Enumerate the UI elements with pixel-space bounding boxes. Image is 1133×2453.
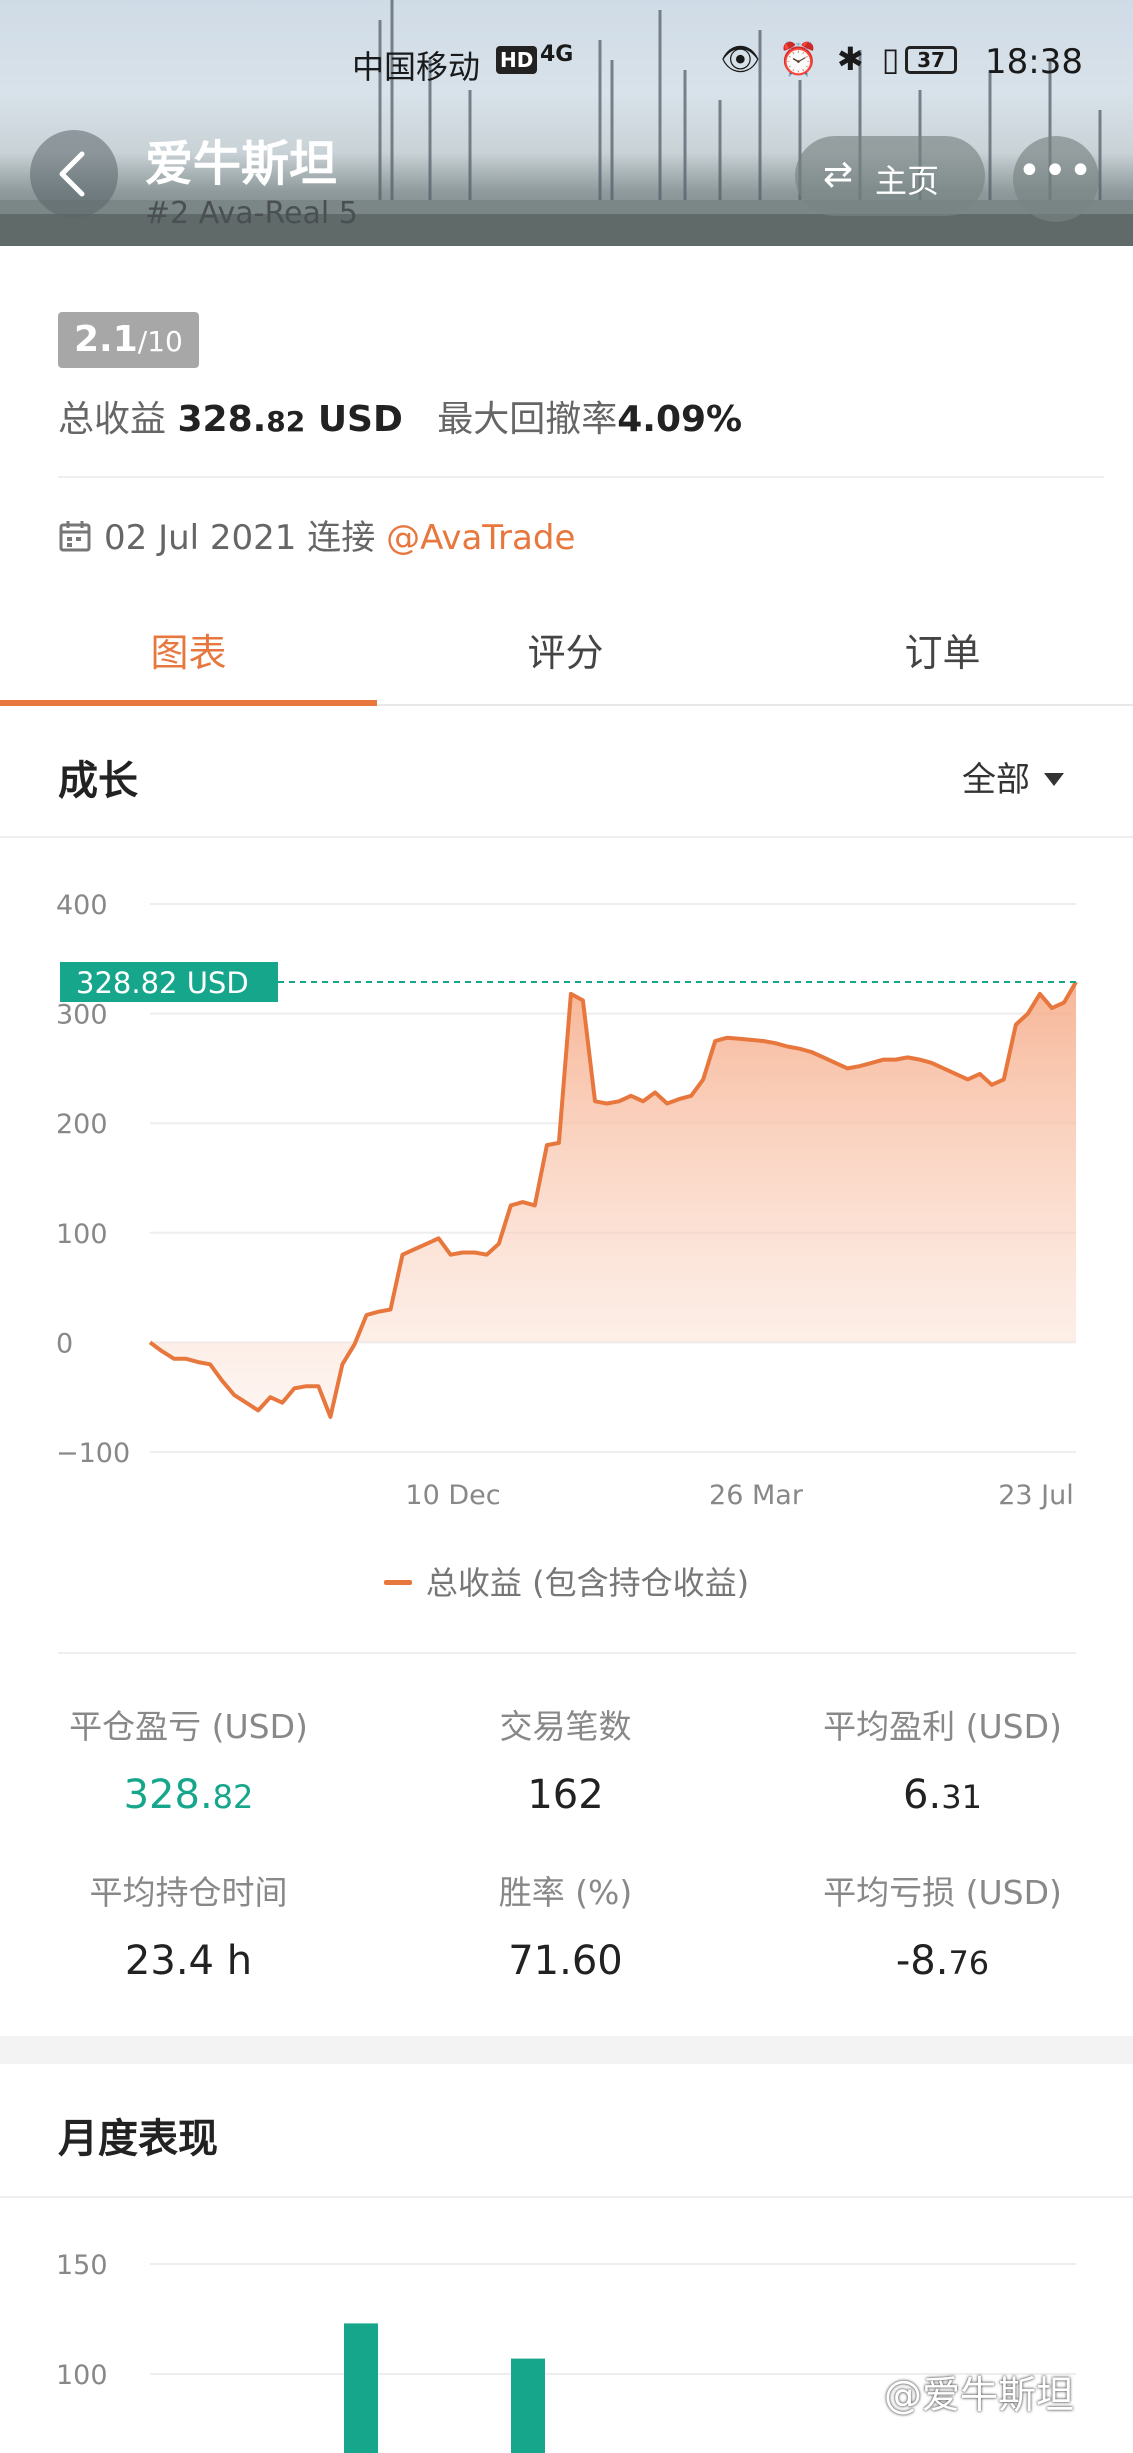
rating-value: 2.1 (74, 319, 138, 360)
carrier-label: 中国移动 (352, 48, 481, 86)
y-tick-label: 100 (56, 1219, 108, 1250)
range-filter-dropdown[interactable]: 全部 (962, 752, 1064, 801)
stat-value: 71.60 (377, 1938, 754, 1984)
stat-avg-profit: 平均盈利 (USD) 6.31 (754, 1700, 1131, 1818)
status-bar: 中国移动 HD 4G 👁 ⏰ ✱ ▯ 37 18:38 (0, 38, 1133, 88)
stat-win-rate: 胜率 (%) 71.60 (377, 1866, 754, 1984)
stat-value: 328.82 (0, 1772, 377, 1818)
stat-closed-pnl: 平仓盈亏 (USD) 328.82 (0, 1700, 377, 1818)
tab-orders[interactable]: 订单 (754, 622, 1131, 677)
stat-label: 平均盈利 (USD) (823, 1707, 1062, 1746)
divider (58, 476, 1104, 478)
current-value-label: 328.82 USD (76, 966, 249, 1000)
active-tab-indicator (0, 700, 377, 706)
home-button-label: 主页 (875, 162, 940, 200)
max-drawdown-value: 4.09% (617, 399, 743, 440)
watermark: @爱牛斯坦 (884, 2373, 1075, 2417)
swap-icon: ⇄ (823, 154, 854, 195)
battery-icon: 37 (905, 46, 957, 74)
rating-scale: /10 (137, 325, 183, 358)
stat-value: 23.4 h (0, 1938, 377, 1984)
signal-icon: 4G (540, 42, 574, 67)
y-tick-label: 300 (56, 1000, 108, 1031)
stat-value-int: 23.4 h (124, 1938, 253, 1984)
stat-label: 平均持仓时间 (89, 1873, 288, 1912)
stat-value-int: 328. (123, 1772, 213, 1818)
x-tick-label: 10 Dec (405, 1480, 500, 1511)
monthly-bar (511, 2358, 545, 2453)
total-profit-unit: USD (317, 399, 403, 440)
home-button[interactable]: ⇄ 主页 (795, 136, 985, 216)
y-tick-label: 400 (56, 890, 108, 921)
tab-chart[interactable]: 图表 (0, 622, 377, 677)
calendar-icon (59, 521, 91, 552)
divider (0, 2196, 1133, 2198)
max-drawdown-label: 最大回撤率 (437, 399, 618, 440)
y-tick-label: −100 (56, 1438, 130, 1469)
monthly-bar (344, 2323, 378, 2453)
total-profit-label: 总收益 (58, 399, 167, 440)
stat-avg-hold-time: 平均持仓时间 23.4 h (0, 1866, 377, 1984)
growth-section-header: 成长 全部 (0, 708, 1133, 838)
tab-rating[interactable]: 评分 (377, 622, 754, 677)
dropdown-arrow-icon (1044, 773, 1064, 786)
total-profit-cents: 82 (266, 405, 306, 438)
x-tick-label: 23 Jul (998, 1480, 1074, 1511)
stat-value-int: 71.60 (508, 1938, 623, 1984)
hd-badge: HD (496, 46, 538, 74)
legend-label: 总收益 (包含持仓收益) (425, 1564, 750, 1602)
stat-value: 162 (377, 1772, 754, 1818)
stat-value-dec: 82 (212, 1778, 254, 1816)
stat-label: 平仓盈亏 (USD) (69, 1707, 308, 1746)
chevron-left-icon (59, 151, 85, 197)
legend-swatch (383, 1580, 412, 1585)
stat-value-dec: 76 (948, 1944, 990, 1982)
stat-value-int: -8. (895, 1938, 949, 1984)
chart-legend: 总收益 (包含持仓收益) (0, 1558, 1133, 1604)
back-button[interactable] (30, 130, 118, 218)
divider (58, 1652, 1076, 1654)
stat-value-int: 162 (527, 1772, 604, 1818)
y-tick-label: 0 (56, 1328, 73, 1359)
stat-value: -8.76 (754, 1938, 1131, 1984)
more-icon: ••• (1017, 148, 1095, 194)
y-tick-label: 150 (56, 2250, 108, 2281)
growth-title: 成长 (58, 758, 138, 804)
tab-bar: 图表 评分 订单 (0, 600, 1133, 706)
section-gap (0, 2036, 1133, 2064)
broker-link[interactable]: @AvaTrade (386, 518, 575, 558)
total-profit-int: 328. (177, 399, 267, 440)
y-tick-label: 100 (56, 2360, 108, 2391)
summary-totals: 总收益 328.82 USD 最大回撤率4.09% (58, 390, 742, 442)
stat-value-int: 6. (903, 1772, 942, 1818)
more-button[interactable]: ••• (1013, 136, 1099, 222)
x-tick-label: 26 Mar (709, 1480, 804, 1511)
profile-header: 中国移动 HD 4G 👁 ⏰ ✱ ▯ 37 18:38 爱牛斯坦 #2 Ava-… (0, 0, 1133, 246)
stat-value: 6.31 (754, 1772, 1131, 1818)
connect-label: 连接 (307, 518, 376, 558)
connect-info: 02 Jul 2021 连接 @AvaTrade (58, 510, 575, 559)
series-area (150, 982, 1076, 1417)
rating-badge: 2.1/10 (58, 312, 199, 368)
range-filter-label: 全部 (962, 760, 1030, 800)
clock: 18:38 (985, 42, 1083, 82)
stat-trade-count: 交易笔数 162 (377, 1700, 754, 1818)
account-subtitle: #2 Ava-Real 5 (145, 196, 358, 231)
stat-value-dec: 31 (941, 1778, 982, 1816)
stat-avg-loss: 平均亏损 (USD) -8.76 (754, 1866, 1131, 1984)
page-title: 爱牛斯坦 (145, 136, 338, 192)
monthly-title: 月度表现 (58, 2116, 218, 2162)
stat-label: 平均亏损 (USD) (823, 1873, 1062, 1912)
connect-date: 02 Jul 2021 (104, 518, 297, 558)
y-tick-label: 200 (56, 1109, 108, 1140)
stat-label: 交易笔数 (499, 1707, 632, 1746)
stat-label: 胜率 (%) (498, 1873, 633, 1912)
growth-chart: 400 300 200 100 0 −100 328.82 USD 10 Dec 26 Mar 2… (56, 890, 1078, 1511)
status-icons: 👁 ⏰ ✱ ▯ (720, 40, 904, 78)
